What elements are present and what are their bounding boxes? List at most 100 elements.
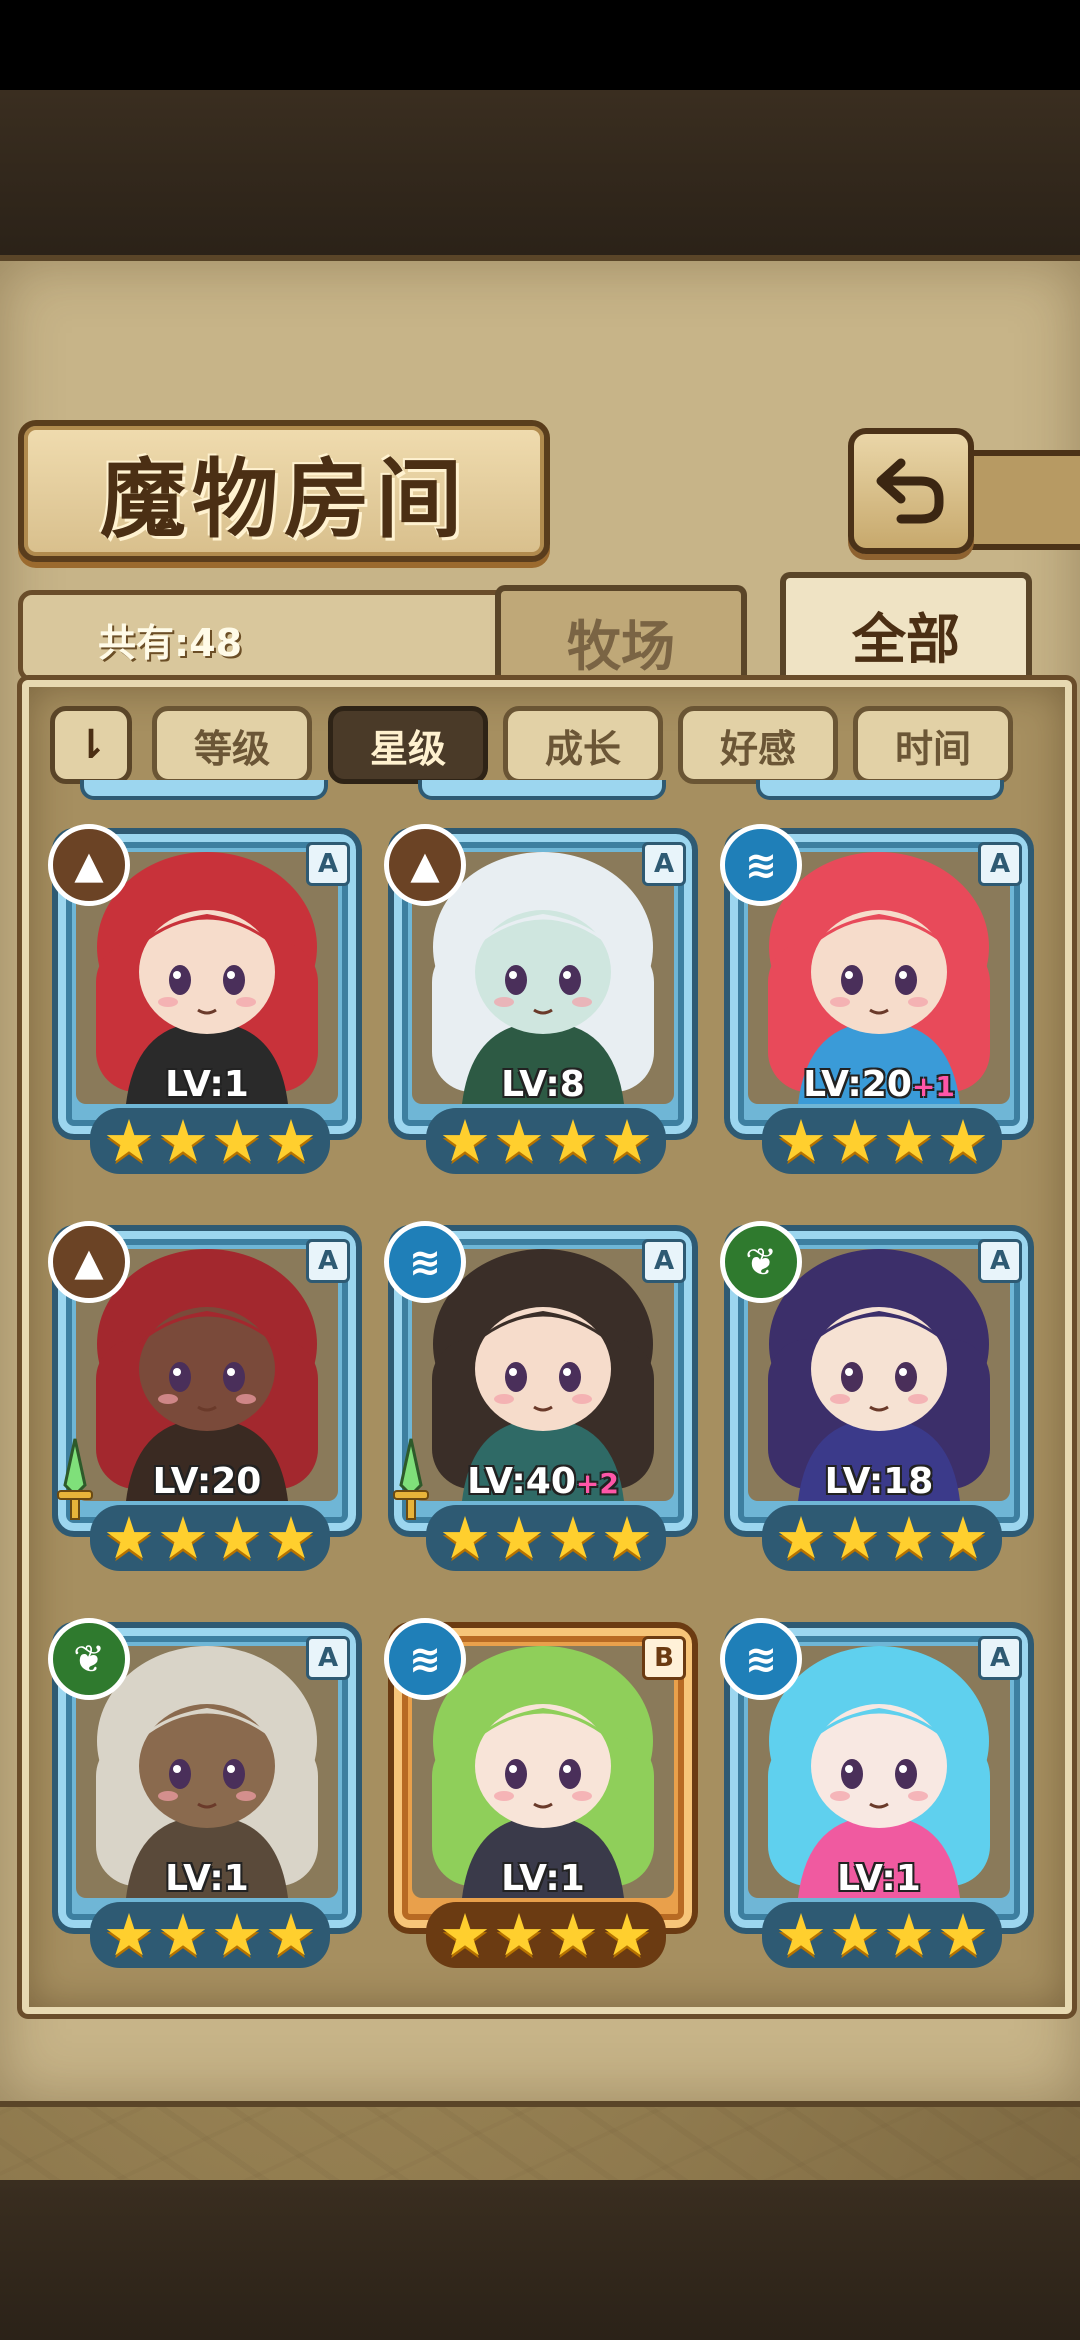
star-icon: ★ bbox=[265, 1107, 317, 1175]
star-icon: ★ bbox=[883, 1901, 935, 1969]
leaf-icon: ❦ bbox=[48, 1618, 130, 1700]
star-rating: ★ ★ ★ ★ bbox=[762, 1505, 1002, 1571]
star-icon: ★ bbox=[103, 1504, 155, 1572]
mountain-icon: ▲ bbox=[384, 824, 466, 906]
monster-card[interactable]: A ≋ LV:20+1 ★ ★ ★ ★ bbox=[720, 824, 1034, 1183]
star-icon: ★ bbox=[829, 1901, 881, 1969]
water-waves-icon: ≋ bbox=[720, 824, 802, 906]
monster-level: LV:18 bbox=[724, 1461, 1034, 1502]
star-icon: ★ bbox=[601, 1901, 653, 1969]
star-icon: ★ bbox=[439, 1901, 491, 1969]
rank-badge: A bbox=[978, 842, 1022, 886]
bottom-map-band bbox=[0, 2180, 1080, 2340]
level-text: LV:40 bbox=[467, 1461, 576, 1502]
star-icon: ★ bbox=[493, 1504, 545, 1572]
sword-icon bbox=[393, 1438, 429, 1520]
sort-order-toggle[interactable]: ⇂ bbox=[50, 706, 132, 784]
water-waves-icon: ≋ bbox=[384, 1618, 466, 1700]
star-icon: ★ bbox=[439, 1504, 491, 1572]
water-waves-icon: ≋ bbox=[384, 1221, 466, 1303]
star-rating: ★ ★ ★ ★ bbox=[762, 1108, 1002, 1174]
star-rating: ★ ★ ★ ★ bbox=[90, 1505, 330, 1571]
status-bar bbox=[0, 0, 1080, 90]
star-icon: ★ bbox=[547, 1901, 599, 1969]
star-icon: ★ bbox=[493, 1901, 545, 1969]
star-icon: ★ bbox=[211, 1901, 263, 1969]
monster-card[interactable]: B ≋ LV:1 ★ ★ ★ ★ bbox=[384, 1618, 698, 1977]
monster-card[interactable]: A ≋ LV:1 ★ ★ ★ ★ bbox=[720, 1618, 1034, 1977]
star-icon: ★ bbox=[157, 1901, 209, 1969]
back-button-rail bbox=[962, 450, 1080, 550]
previous-row-card-edge bbox=[756, 780, 1004, 800]
star-icon: ★ bbox=[883, 1504, 935, 1572]
star-icon: ★ bbox=[601, 1107, 653, 1175]
sort-by-level-button[interactable]: 等级 bbox=[152, 706, 312, 784]
mountain-icon: ▲ bbox=[48, 1221, 130, 1303]
rank-badge: A bbox=[306, 1239, 350, 1283]
star-icon: ★ bbox=[103, 1901, 155, 1969]
monster-level: LV:1 bbox=[724, 1858, 1034, 1899]
previous-row-card-edge bbox=[80, 780, 328, 800]
star-icon: ★ bbox=[883, 1107, 935, 1175]
star-icon: ★ bbox=[493, 1107, 545, 1175]
star-icon: ★ bbox=[547, 1107, 599, 1175]
title-plate: 魔物房间 bbox=[18, 420, 550, 562]
level-text: LV:20 bbox=[803, 1064, 912, 1105]
star-icon: ★ bbox=[829, 1107, 881, 1175]
monster-card[interactable]: A ❦ LV:18 ★ ★ ★ ★ bbox=[720, 1221, 1034, 1580]
star-icon: ★ bbox=[937, 1504, 989, 1572]
level-text: LV:18 bbox=[824, 1461, 934, 1502]
sort-by-growth-button[interactable]: 成长 bbox=[503, 706, 663, 784]
monster-level: LV:1 bbox=[388, 1858, 698, 1899]
rank-badge: A bbox=[978, 1239, 1022, 1283]
star-icon: ★ bbox=[775, 1901, 827, 1969]
mountain-icon: ▲ bbox=[48, 824, 130, 906]
level-text: LV:1 bbox=[501, 1858, 585, 1899]
star-rating: ★ ★ ★ ★ bbox=[426, 1902, 666, 1968]
star-rating: ★ ★ ★ ★ bbox=[762, 1902, 1002, 1968]
star-icon: ★ bbox=[211, 1504, 263, 1572]
monster-card[interactable]: A ≋ LV:40+2 ★ ★ ★ ★ bbox=[384, 1221, 698, 1580]
monster-card[interactable]: A ▲ LV:20 ★ ★ ★ ★ bbox=[48, 1221, 362, 1580]
page-title: 魔物房间 bbox=[100, 449, 468, 550]
monster-card[interactable]: A ▲ LV:1 ★ ★ ★ ★ bbox=[48, 824, 362, 1183]
monster-level: LV:20 bbox=[52, 1461, 362, 1502]
sort-by-time-button[interactable]: 时间 bbox=[853, 706, 1013, 784]
star-icon: ★ bbox=[265, 1504, 317, 1572]
rank-badge: A bbox=[978, 1636, 1022, 1680]
enhance-bonus: +2 bbox=[575, 1467, 619, 1500]
rank-badge: B bbox=[642, 1636, 686, 1680]
monster-level: LV:1 bbox=[52, 1064, 362, 1105]
enhance-bonus: +1 bbox=[911, 1070, 955, 1103]
star-icon: ★ bbox=[157, 1504, 209, 1572]
water-waves-icon: ≋ bbox=[720, 1618, 802, 1700]
sort-by-affection-button[interactable]: 好感 bbox=[678, 706, 838, 784]
rank-badge: A bbox=[306, 1636, 350, 1680]
star-icon: ★ bbox=[265, 1901, 317, 1969]
previous-row-card-edge bbox=[418, 780, 666, 800]
star-icon: ★ bbox=[439, 1107, 491, 1175]
star-icon: ★ bbox=[775, 1504, 827, 1572]
level-text: LV:1 bbox=[837, 1858, 921, 1899]
back-button[interactable] bbox=[848, 428, 974, 554]
rank-badge: A bbox=[642, 842, 686, 886]
star-rating: ★ ★ ★ ★ bbox=[426, 1505, 666, 1571]
monster-card[interactable]: A ▲ LV:8 ★ ★ ★ ★ bbox=[384, 824, 698, 1183]
star-icon: ★ bbox=[547, 1504, 599, 1572]
tab-ranch[interactable]: 牧场 bbox=[495, 585, 747, 691]
star-icon: ★ bbox=[937, 1107, 989, 1175]
sort-by-star-button[interactable]: 星级 bbox=[328, 706, 488, 784]
star-rating: ★ ★ ★ ★ bbox=[426, 1108, 666, 1174]
monster-level: LV:8 bbox=[388, 1064, 698, 1105]
monster-card[interactable]: A ❦ LV:1 ★ ★ ★ ★ bbox=[48, 1618, 362, 1977]
top-map-band bbox=[0, 90, 1080, 255]
level-text: LV:20 bbox=[152, 1461, 262, 1502]
return-arrow-icon bbox=[876, 458, 944, 524]
tab-all[interactable]: 全部 bbox=[780, 572, 1032, 690]
star-rating: ★ ★ ★ ★ bbox=[90, 1108, 330, 1174]
monster-level: LV:20+1 bbox=[724, 1064, 1034, 1105]
star-icon: ★ bbox=[601, 1504, 653, 1572]
rank-badge: A bbox=[306, 842, 350, 886]
star-icon: ★ bbox=[157, 1107, 209, 1175]
star-icon: ★ bbox=[937, 1901, 989, 1969]
